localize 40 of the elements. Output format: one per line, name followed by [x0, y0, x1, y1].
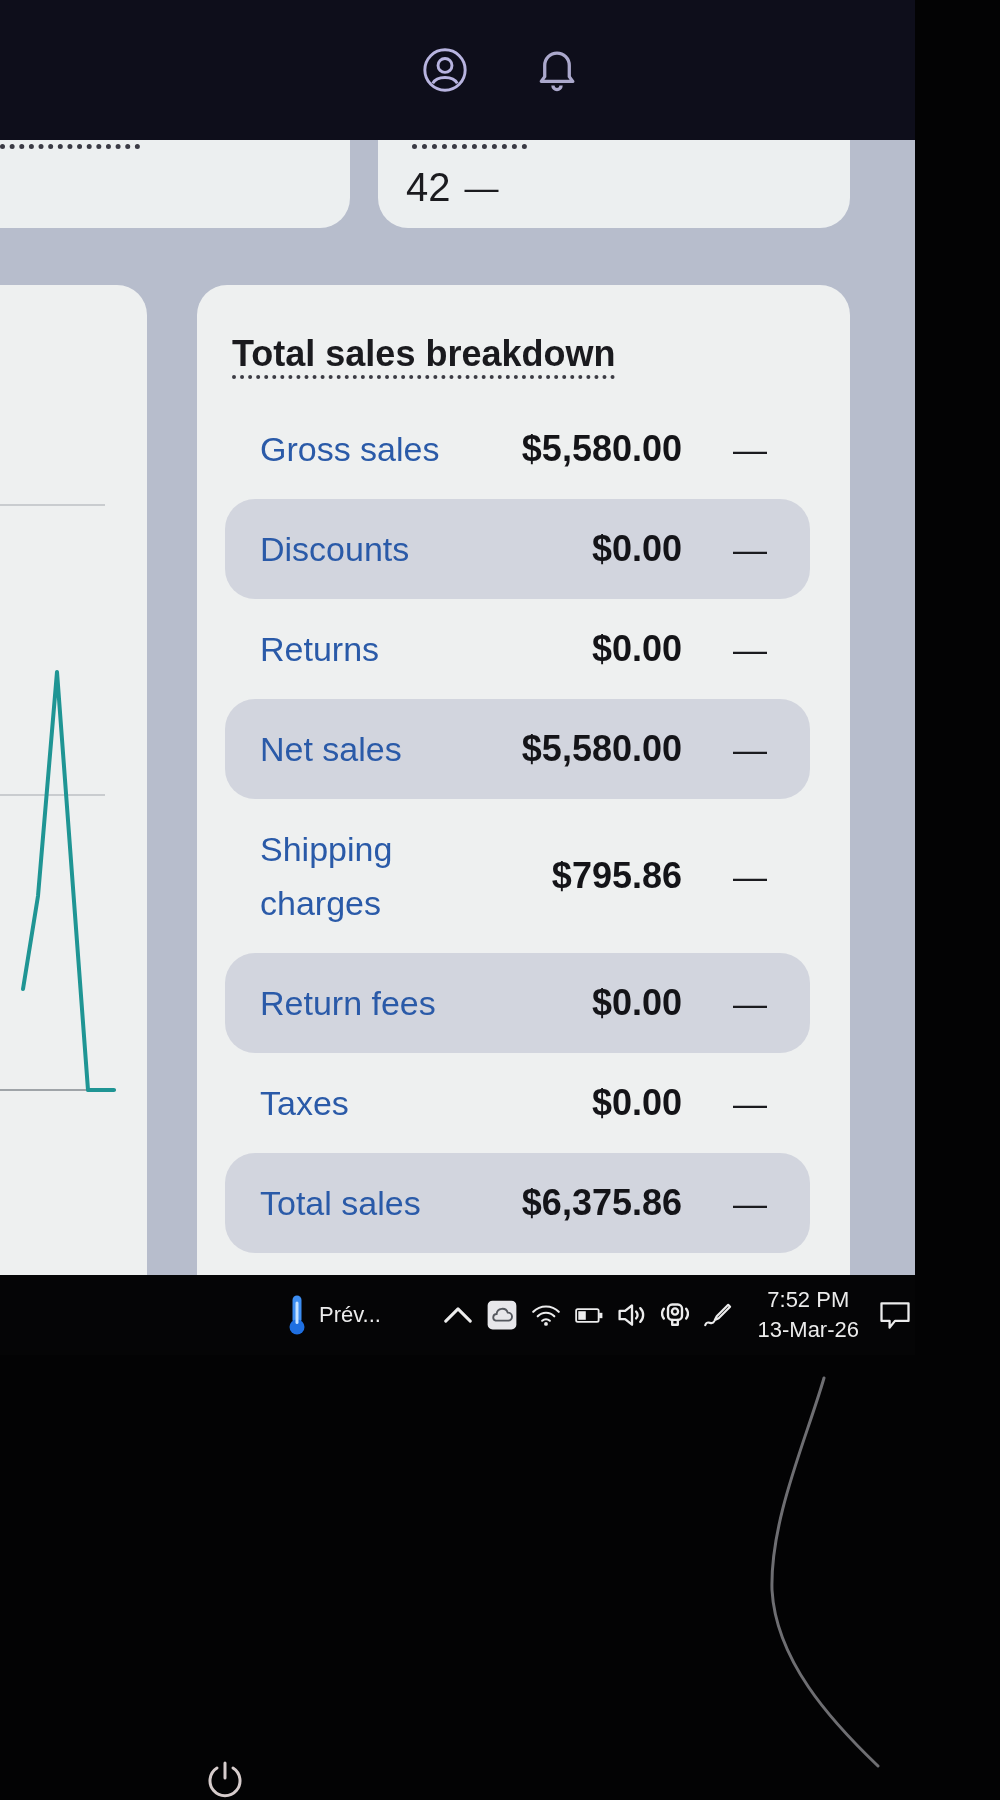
- chevron-up-icon[interactable]: [443, 1307, 472, 1323]
- row-value: $6,375.86: [521, 1181, 682, 1225]
- row-value: $0.00: [591, 1081, 682, 1125]
- clock-time[interactable]: 7:52 PM: [767, 1285, 850, 1315]
- pen-icon[interactable]: [703, 1302, 732, 1328]
- change-value: —: [733, 629, 767, 670]
- battery-icon[interactable]: [574, 1307, 603, 1323]
- speech-bubble-icon[interactable]: [880, 1301, 910, 1329]
- row-label[interactable]: Discounts: [260, 522, 410, 576]
- row-label[interactable]: Return fees: [260, 976, 436, 1030]
- change-value: —: [733, 856, 767, 897]
- row-label[interactable]: Taxes: [260, 1076, 349, 1130]
- power-icon: [208, 1761, 242, 1798]
- cloud-icon[interactable]: [486, 1300, 517, 1330]
- row-value: $0.00: [591, 627, 682, 671]
- row-label[interactable]: Net sales: [260, 722, 402, 776]
- avatar-icon[interactable]: [423, 48, 467, 92]
- row-label[interactable]: Returns: [260, 622, 380, 676]
- metric-value: 42: [406, 164, 451, 211]
- row-value: $0.00: [591, 527, 682, 571]
- change-value: —: [733, 1183, 767, 1224]
- row-label[interactable]: Shipping charges: [260, 822, 500, 930]
- row-label[interactable]: Gross sales: [260, 422, 440, 476]
- clock-date[interactable]: 13-Mar-26: [757, 1315, 859, 1345]
- change-value: —: [733, 529, 767, 570]
- card-title: Total sales breakdown: [232, 332, 616, 379]
- row-value: $795.86: [551, 854, 682, 898]
- speaker-icon[interactable]: [617, 1304, 646, 1326]
- change-value: —: [733, 983, 767, 1024]
- webcam-icon[interactable]: [660, 1303, 689, 1327]
- change-value: —: [733, 1083, 767, 1124]
- taskbar-button[interactable]: Prév...: [285, 1294, 381, 1336]
- row-label[interactable]: Total sales: [260, 1176, 421, 1230]
- row-value: $5,580.00: [521, 727, 682, 771]
- wifi-icon[interactable]: [531, 1304, 560, 1326]
- row-value: $5,580.00: [521, 427, 682, 471]
- change-value: —: [733, 729, 767, 770]
- change-value: —: [733, 429, 767, 470]
- change-value: —: [464, 167, 499, 208]
- row-value: $0.00: [591, 981, 682, 1025]
